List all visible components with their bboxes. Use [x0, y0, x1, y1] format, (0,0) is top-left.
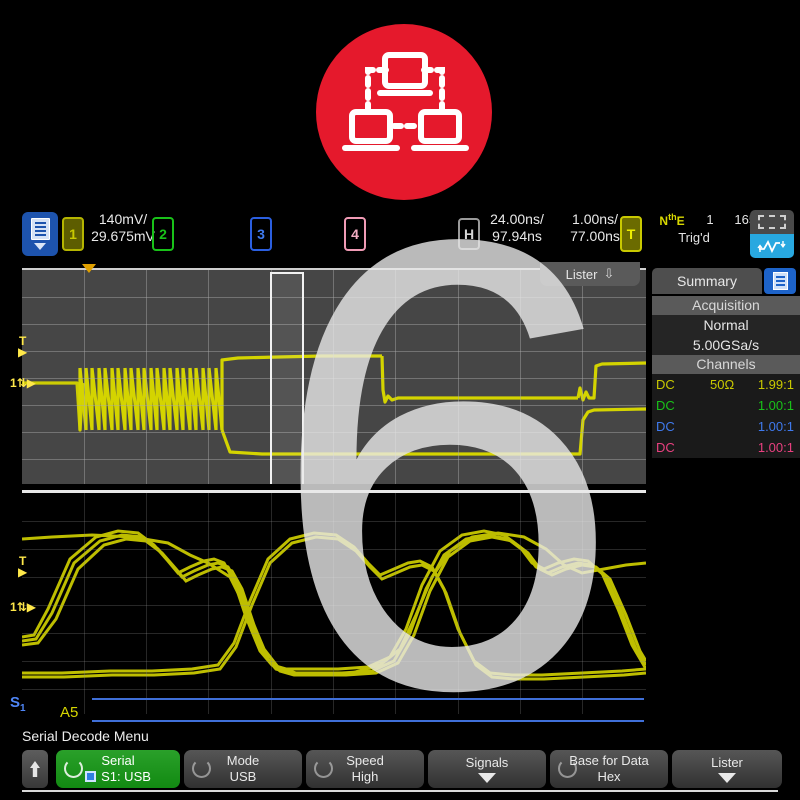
softkey-serial-value-row: S1: USB: [85, 769, 151, 785]
acquisition-header: Acquisition: [652, 296, 800, 315]
softkey-base-for-data[interactable]: Base for Data Hex: [550, 750, 668, 788]
zoom-window-selector[interactable]: [270, 272, 304, 484]
summary-panel: Summary Acquisition Normal 5.00GSa/s Cha…: [652, 268, 800, 714]
trigger-position-marker[interactable]: [82, 264, 96, 273]
upper-trigger-marker[interactable]: T ▶: [18, 334, 27, 358]
screenshot-root: 1 140mV/ 29.675mV 2 3 4 H 24.00ns/ 97.94…: [0, 0, 800, 800]
channels-header: Channels: [652, 355, 800, 374]
ch4-probe-ratio: 1.00:1: [757, 440, 794, 455]
h-main-scale: 24.00ns/: [490, 211, 544, 227]
rotary-knob-icon: [314, 759, 333, 778]
upper-ground-marker[interactable]: 1⇅▶: [10, 376, 36, 390]
channel-button-3[interactable]: 3: [250, 217, 272, 251]
sample-rate: 5.00GSa/s: [652, 335, 800, 355]
trigger-mode-th: th: [668, 212, 677, 222]
lower-trigger-letter: T: [18, 554, 27, 568]
ch3-coupling: DC: [656, 419, 675, 434]
decoded-packet-label[interactable]: A5: [60, 704, 78, 721]
softkey-mode-value: USB: [229, 769, 257, 784]
ch2-probe-ratio: 1.00:1: [757, 398, 794, 413]
down-arrow-icon: [478, 773, 496, 783]
rotary-knob-icon: [192, 759, 211, 778]
softkey-base-label: Base for Data: [569, 753, 649, 768]
summary-channel-row-3: DC 1.00:1: [652, 416, 800, 437]
summary-channel-row-4: DC 1.00:1: [652, 437, 800, 458]
network-computers-icon: [342, 52, 469, 151]
corner-tool-icons: [750, 210, 794, 258]
lister-tab[interactable]: Lister ⇩: [540, 262, 640, 286]
acquisition-mode: Normal: [652, 315, 800, 335]
lister-menu-icon[interactable]: [22, 212, 58, 256]
channel-button-4[interactable]: 4: [344, 217, 366, 251]
bus-square-icon: [85, 771, 97, 782]
summary-title[interactable]: Summary: [652, 268, 762, 294]
waveform-measure-icon[interactable]: [750, 234, 794, 258]
up-arrow-icon: [30, 761, 40, 777]
lower-gridlines: [22, 493, 646, 714]
lister-tab-label: Lister: [565, 266, 598, 282]
trigger-status: Trig'd: [678, 230, 710, 245]
ch4-coupling: DC: [656, 440, 675, 455]
summary-list-icon[interactable]: [764, 268, 796, 294]
oscilloscope-screen: 1 140mV/ 29.675mV 2 3 4 H 24.00ns/ 97.94…: [0, 204, 800, 800]
h-main-delay: 97.94ns: [492, 228, 542, 244]
trigger-mode-label: NthE: [648, 212, 696, 228]
serial-bus-index: 1: [20, 703, 26, 714]
document-glyph: [772, 272, 788, 290]
softkey-lister[interactable]: Lister: [672, 750, 782, 788]
serial-bus-letter: S: [10, 694, 21, 711]
softkey-serial-label: Serial: [101, 753, 135, 768]
softkey-speed-value: High: [351, 769, 379, 784]
serial-decode-logo: [316, 24, 492, 200]
document-glyph: [30, 218, 50, 240]
upper-waveform-pane[interactable]: [22, 268, 646, 484]
summary-channel-row-1: DC 50Ω 1.99:1: [652, 374, 800, 395]
packet-bar-bottom: [92, 720, 644, 722]
menu-title: Serial Decode Menu: [22, 728, 149, 744]
channel-button-2[interactable]: 2: [152, 217, 174, 251]
horizontal-button[interactable]: H: [458, 218, 480, 250]
softkey-mode-label: Mode: [226, 753, 260, 768]
softkey-base-value: Hex: [597, 769, 621, 784]
softkey-serial[interactable]: Serial S1: USB: [56, 750, 180, 788]
ch1-probe-ratio: 1.99:1: [757, 377, 794, 392]
trigger-mode-e: E: [676, 214, 685, 228]
softkey-signals-label: Signals: [465, 755, 509, 770]
upper-trigger-letter: T: [18, 334, 27, 348]
upper-gridlines: [22, 270, 646, 484]
lower-eye-diagram-pane[interactable]: [22, 490, 646, 714]
lower-ground-marker[interactable]: 1⇅▶: [10, 600, 36, 614]
menubar-underline: [22, 790, 778, 792]
lower-ground-letter: 1: [10, 600, 17, 614]
back-up-button[interactable]: [22, 750, 48, 788]
area-select-icon[interactable]: [750, 210, 794, 234]
trigger-source: 1: [706, 212, 714, 227]
softkey-serial-value: S1: USB: [101, 769, 151, 784]
summary-channel-row-2: DC 1.00:1: [652, 395, 800, 416]
ch1-coupling: DC: [656, 377, 675, 392]
trigger-mode-n: N: [659, 214, 669, 228]
softkey-signals[interactable]: Signals: [428, 750, 546, 788]
waveform-glyph: [757, 240, 786, 254]
softkey-mode[interactable]: Mode USB: [184, 750, 302, 788]
serial-bus-marker[interactable]: S1: [10, 694, 26, 714]
down-arrow-icon: [718, 773, 736, 783]
softkey-speed[interactable]: Speed High: [306, 750, 424, 788]
rotary-knob-icon: [64, 759, 83, 778]
upper-ground-letter: 1: [10, 376, 17, 390]
lower-trigger-marker[interactable]: T ▶: [18, 554, 27, 578]
ch3-probe-ratio: 1.00:1: [757, 419, 794, 434]
ch2-coupling: DC: [656, 398, 675, 413]
dashed-rect-glyph: [758, 215, 786, 229]
softkey-speed-label: Speed: [346, 753, 384, 768]
ch1-impedance: 50Ω: [710, 377, 735, 392]
chevron-down-icon: [34, 243, 46, 250]
softkey-lister-label: Lister: [711, 755, 743, 770]
packet-bar-top: [92, 698, 644, 700]
rotary-knob-icon: [558, 759, 577, 778]
horizontal-main-readout: 24.00ns/ 97.94ns: [478, 211, 556, 245]
chevron-double-down-icon: ⇩: [603, 266, 615, 281]
